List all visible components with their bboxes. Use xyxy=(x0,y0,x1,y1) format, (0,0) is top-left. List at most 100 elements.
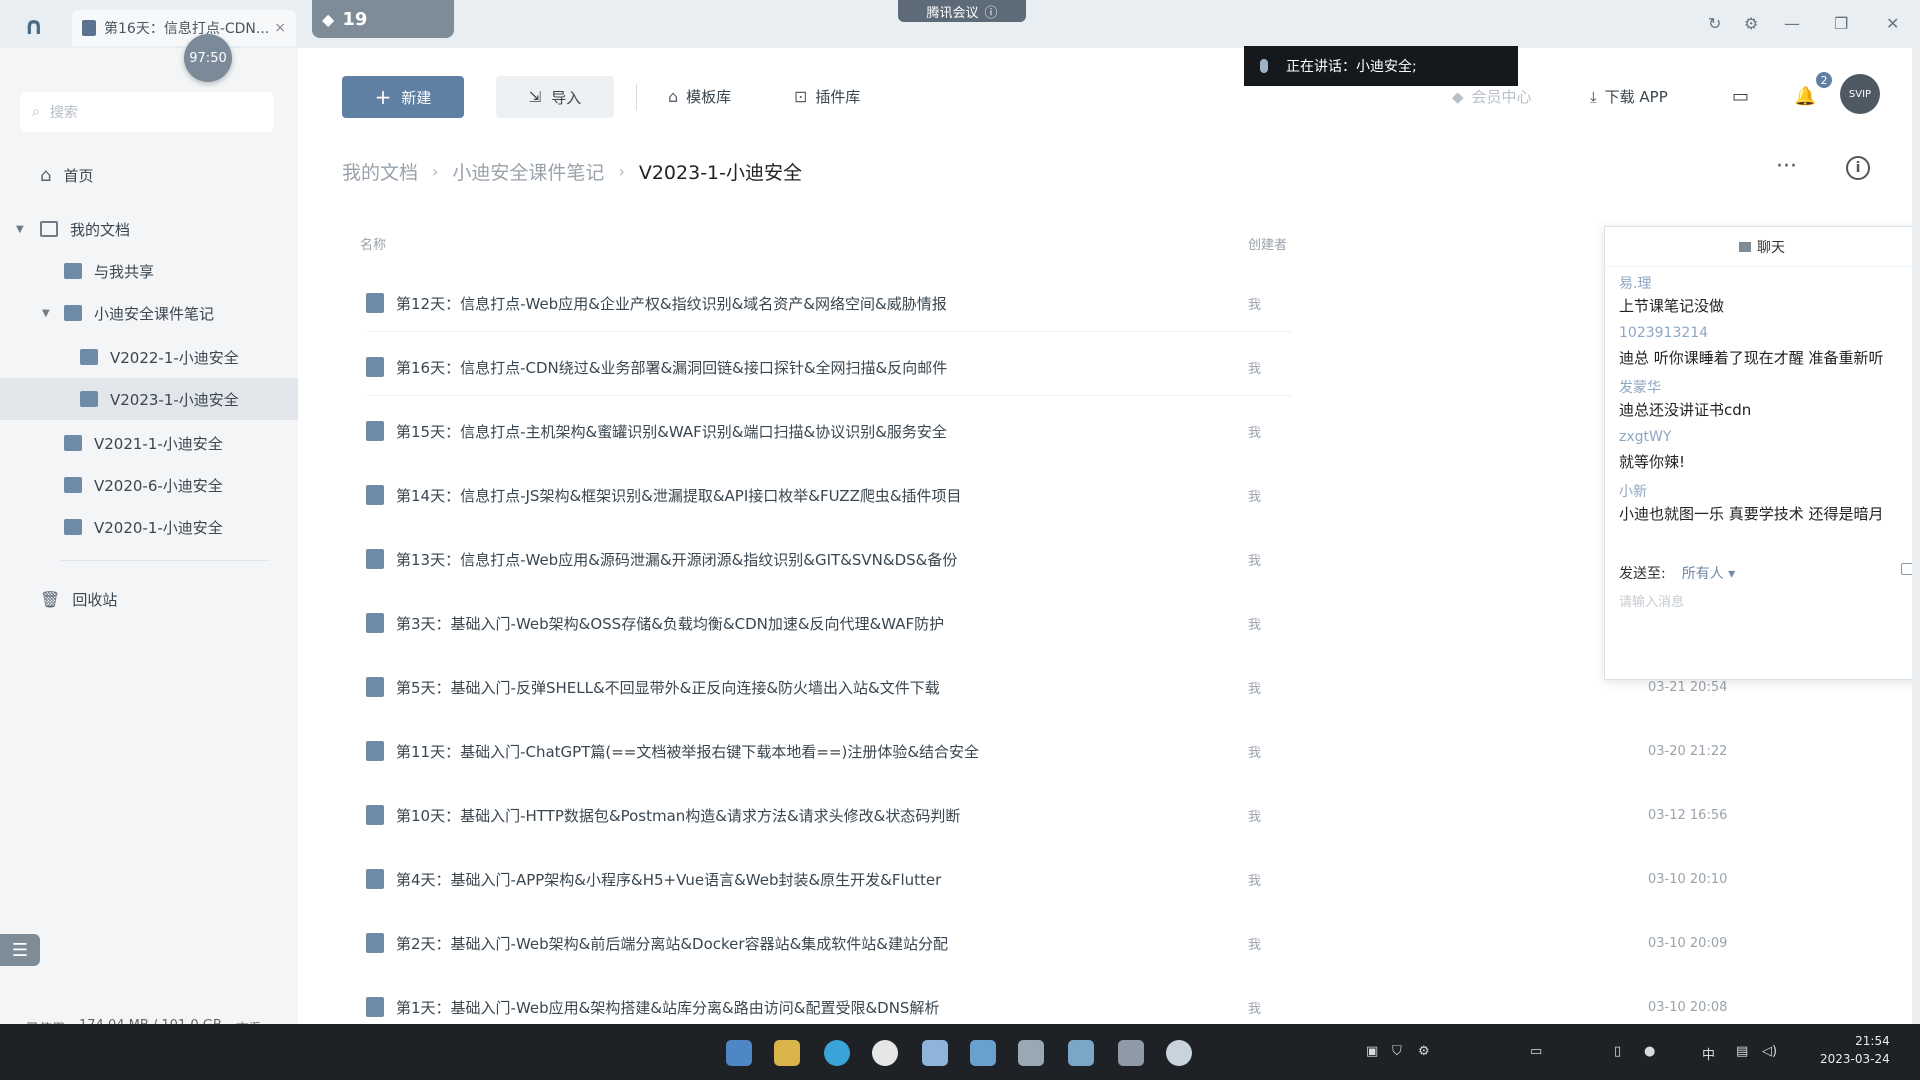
sidebar-item-label: 回收站 xyxy=(72,590,118,609)
search-input[interactable]: ⌕ 搜索 xyxy=(20,92,274,132)
shield-icon[interactable]: ⛉ xyxy=(1392,1044,1402,1059)
document-icon xyxy=(366,357,384,377)
ime-indicator[interactable]: 中 xyxy=(1702,1044,1715,1063)
plugin-icon: ⊡ xyxy=(794,87,808,106)
row-divider xyxy=(366,331,1292,332)
chat-input[interactable]: 请输入消息 xyxy=(1619,591,1684,610)
file-name: 第11天：基础入门-ChatGPT篇(==文档被举报右键下载本地看==)注册体验… xyxy=(396,742,980,761)
tab-close-icon[interactable]: × xyxy=(274,20,286,36)
document-icon xyxy=(366,613,384,633)
download-app-button[interactable]: ⤓ 下载 APP xyxy=(1590,86,1668,107)
scrollbar[interactable] xyxy=(1912,48,1920,1024)
info-icon[interactable]: i xyxy=(1846,156,1870,180)
caret-down-icon[interactable]: ▼ xyxy=(16,224,24,235)
import-label: 导入 xyxy=(551,88,582,107)
docs-app-icon[interactable] xyxy=(922,1040,948,1066)
search-app-icon[interactable] xyxy=(1166,1040,1192,1066)
notification-badge: 2 xyxy=(1816,72,1832,88)
member-center-button[interactable]: ◆ 会员中心 xyxy=(1452,86,1532,107)
close-button[interactable]: ✕ xyxy=(1886,14,1899,33)
row-divider xyxy=(366,395,1292,396)
sidebar-item-v2023[interactable]: V2023-1-小迪安全 xyxy=(0,378,298,420)
sidebar-item-v2020-6[interactable]: V2020-6-小迪安全 xyxy=(0,464,298,506)
table-row[interactable]: 第10天：基础入门-HTTP数据包&Postman构造&请求方法&请求头修改&状… xyxy=(342,783,1892,847)
document-icon xyxy=(366,549,384,569)
caret-down-icon[interactable]: ▼ xyxy=(42,308,50,319)
more-options-icon[interactable]: ··· xyxy=(1776,154,1797,179)
chrome-icon[interactable] xyxy=(872,1040,898,1066)
network-icon[interactable]: ▤ xyxy=(1736,1044,1748,1059)
app-logo-icon[interactable]: ∩ xyxy=(24,12,54,40)
new-button[interactable]: + 新建 xyxy=(342,76,464,118)
chat-header: 聊天 xyxy=(1605,227,1919,267)
folder-icon xyxy=(80,349,98,365)
sidebar-item-notes-folder[interactable]: ▼ 小迪安全课件笔记 xyxy=(0,292,298,334)
gear-icon[interactable]: ⚙ xyxy=(1418,1044,1430,1059)
photos-icon[interactable] xyxy=(970,1040,996,1066)
plugins-button[interactable]: ⊡ 插件库 xyxy=(794,86,860,107)
breadcrumb-root[interactable]: 我的文档 xyxy=(342,158,418,185)
send-to-row: 发送至: 所有人 ▾ xyxy=(1619,563,1735,583)
chat-username: 小新 xyxy=(1619,484,1647,500)
folder-button[interactable]: ▭ xyxy=(1732,86,1749,107)
file-name: 第5天：基础入门-反弹SHELL&不回显带外&正反向连接&防火墙出入站&文件下载 xyxy=(396,678,940,697)
plugins-label: 插件库 xyxy=(815,88,861,106)
battery-icon[interactable]: ▯ xyxy=(1614,1044,1621,1059)
file-name: 第16天：信息打点-CDN绕过&业务部署&漏洞回链&接口探针&全网扫描&反向邮件 xyxy=(396,358,948,377)
send-to-select[interactable]: 所有人 ▾ xyxy=(1682,563,1735,583)
import-button[interactable]: ⇲ 导入 xyxy=(496,76,614,118)
volume-icon[interactable]: ◁) xyxy=(1762,1044,1777,1059)
templates-button[interactable]: ⌂ 模板库 xyxy=(668,86,731,107)
chat-username: 易.理 xyxy=(1619,276,1652,292)
notepad-icon[interactable] xyxy=(1018,1040,1044,1066)
refresh-icon[interactable]: ↻ xyxy=(1708,14,1721,33)
file-name: 第1天：基础入门-Web应用&架构搭建&站库分离&路由访问&配置受限&DNS解析 xyxy=(396,998,940,1017)
maximize-button[interactable]: ❐ xyxy=(1834,14,1848,33)
chevron-right-icon: › xyxy=(432,162,439,181)
title-bar: ∩ 第16天：信息打点-CDN... × ◆ 19 腾讯会议 ⓘ ↻ ⚙ — ❐… xyxy=(0,0,1920,48)
minimize-button[interactable]: — xyxy=(1784,14,1800,33)
task-app-icon[interactable] xyxy=(1118,1040,1144,1066)
document-icon xyxy=(82,20,96,36)
edge-browser-icon[interactable] xyxy=(824,1040,850,1066)
avatar[interactable]: SVIP xyxy=(1840,74,1880,114)
chevron-right-icon: › xyxy=(618,162,625,181)
folder-open-icon: ▭ xyxy=(1732,86,1750,107)
taskbar: ▣ ⛉ ⚙ ▭ ▯ ● 中 ▤ ◁) 21:54 2023-03-24 xyxy=(0,1024,1920,1080)
tray-app-icon[interactable]: ▣ xyxy=(1366,1044,1378,1059)
document-tab[interactable]: 第16天：信息打点-CDN... × xyxy=(72,10,296,46)
meeting-indicator[interactable]: 腾讯会议 ⓘ xyxy=(898,0,1026,22)
start-icon[interactable] xyxy=(726,1040,752,1066)
sidebar-item-v2022[interactable]: V2022-1-小迪安全 xyxy=(0,336,298,378)
chat-icon xyxy=(1739,241,1751,252)
table-row[interactable]: 第2天：基础入门-Web架构&前后端分离站&Docker容器站&集成软件站&建站… xyxy=(342,911,1892,975)
table-row[interactable]: 第11天：基础入门-ChatGPT篇(==文档被举报右键下载本地看==)注册体验… xyxy=(342,719,1892,783)
table-row[interactable]: 第4天：基础入门-APP架构&小程序&H5+Vue语言&Web封装&原生开发&F… xyxy=(342,847,1892,911)
notification-button[interactable]: 🔔 xyxy=(1794,86,1816,107)
settings-icon[interactable]: ⚙ xyxy=(1744,14,1758,33)
clock-time: 21:54 xyxy=(1855,1034,1890,1048)
document-icon xyxy=(366,485,384,505)
sidebar-item-label: 我的文档 xyxy=(70,220,131,239)
column-header-name[interactable]: 名称 xyxy=(360,234,386,253)
sidebar-item-label: V2020-6-小迪安全 xyxy=(94,476,223,495)
chat-message-text: 迪总还没讲证书cdn xyxy=(1619,401,1752,419)
file-date: 03-10 20:08 xyxy=(1648,999,1728,1015)
sidebar-item-my-docs[interactable]: ▼ 我的文档 xyxy=(0,208,298,250)
sidebar-item-trash[interactable]: 🗑 回收站 xyxy=(0,578,298,620)
search-icon: ⌕ xyxy=(32,104,40,120)
document-icon xyxy=(366,997,384,1017)
sidebar-item-shared[interactable]: 与我共享 xyxy=(0,250,298,292)
tencent-meeting-icon[interactable] xyxy=(1068,1040,1094,1066)
microphone-icon[interactable]: ● xyxy=(1644,1044,1655,1059)
breadcrumb-folder[interactable]: 小迪安全课件笔记 xyxy=(452,158,604,185)
outline-toggle-button[interactable]: ☰ xyxy=(0,934,40,966)
column-header-owner[interactable]: 创建者 xyxy=(1248,234,1287,253)
sidebar-item-v2020-1[interactable]: V2020-1-小迪安全 xyxy=(0,506,298,548)
sidebar-item-home[interactable]: ⌂ 首页 xyxy=(0,154,298,196)
sidebar-item-v2021[interactable]: V2021-1-小迪安全 xyxy=(0,422,298,464)
file-explorer-icon[interactable] xyxy=(774,1040,800,1066)
system-clock[interactable]: 21:54 2023-03-24 xyxy=(1820,1032,1890,1068)
speaking-text: 正在讲话：小迪安全; xyxy=(1286,59,1417,75)
display-icon[interactable]: ▭ xyxy=(1530,1044,1542,1059)
